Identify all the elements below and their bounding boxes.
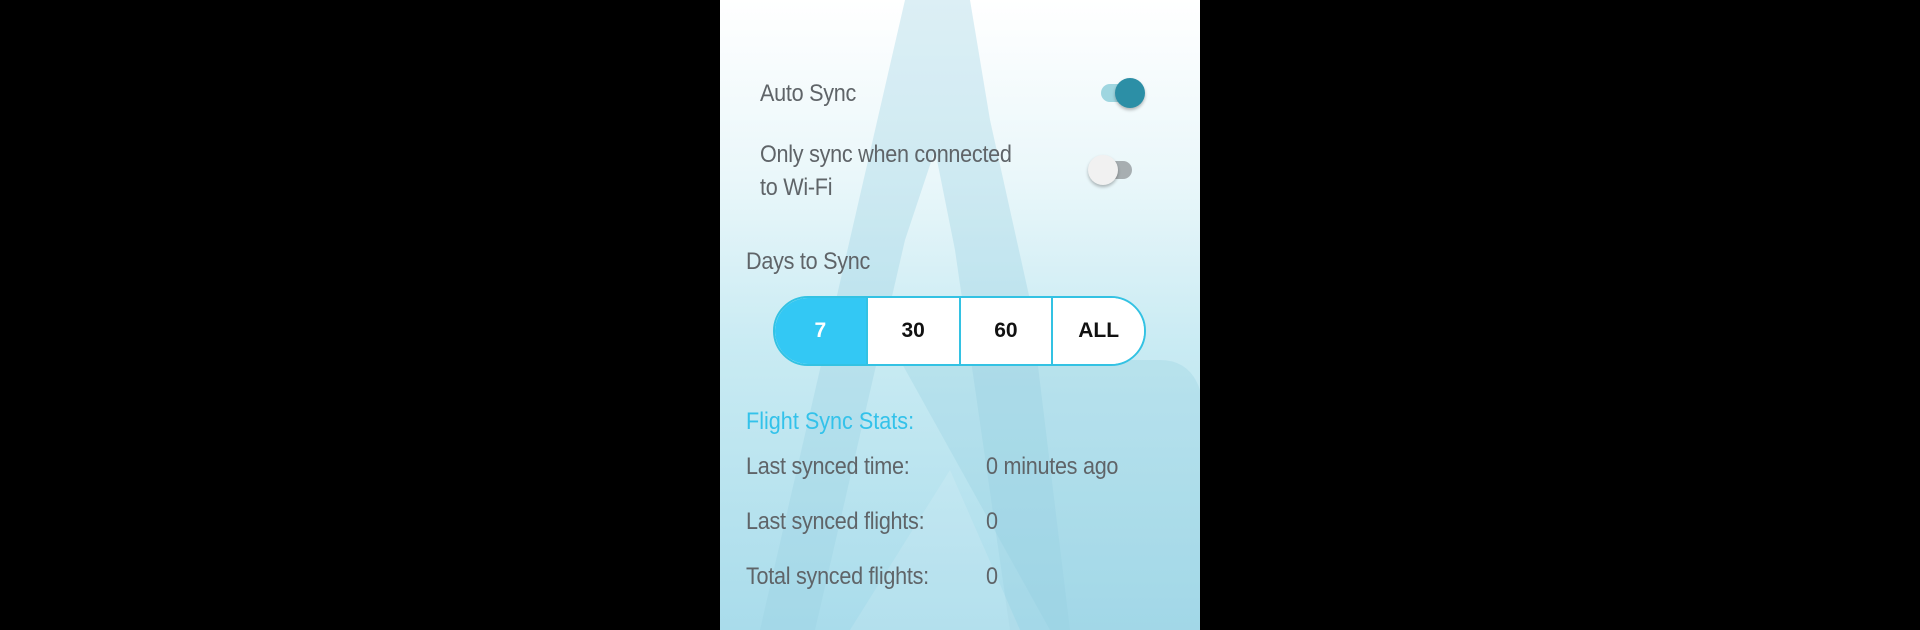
auto-sync-toggle[interactable] [1095,74,1147,112]
days-to-sync-selector: 7 30 60 ALL [773,296,1146,366]
flight-sync-stats-heading: Flight Sync Stats: [746,408,915,435]
last-synced-time-label: Last synced time: [746,453,910,480]
last-synced-time-value: 0 minutes ago [986,453,1119,480]
auto-sync-toggle-thumb [1115,78,1145,108]
days-option-7[interactable]: 7 [775,298,866,364]
days-option-30[interactable]: 30 [865,298,959,364]
total-synced-flights-value: 0 [986,563,998,590]
days-option-all[interactable]: ALL [1051,298,1144,364]
wifi-only-label-line1: Only sync when connected [760,141,1012,168]
wifi-only-label-line2: to Wi-Fi [760,174,833,201]
total-synced-flights-label: Total synced flights: [746,563,929,590]
days-to-sync-label: Days to Sync [746,248,871,275]
sync-settings-screen: Auto Sync Only sync when connected to Wi… [720,0,1200,630]
last-synced-flights-value: 0 [986,508,998,535]
wifi-only-toggle[interactable] [1086,151,1138,189]
last-synced-flights-label: Last synced flights: [746,508,925,535]
screen: Auto Sync Only sync when connected to Wi… [0,0,1920,630]
auto-sync-label: Auto Sync [760,80,857,107]
days-option-60[interactable]: 60 [958,298,1052,364]
wifi-only-toggle-thumb [1088,155,1118,185]
